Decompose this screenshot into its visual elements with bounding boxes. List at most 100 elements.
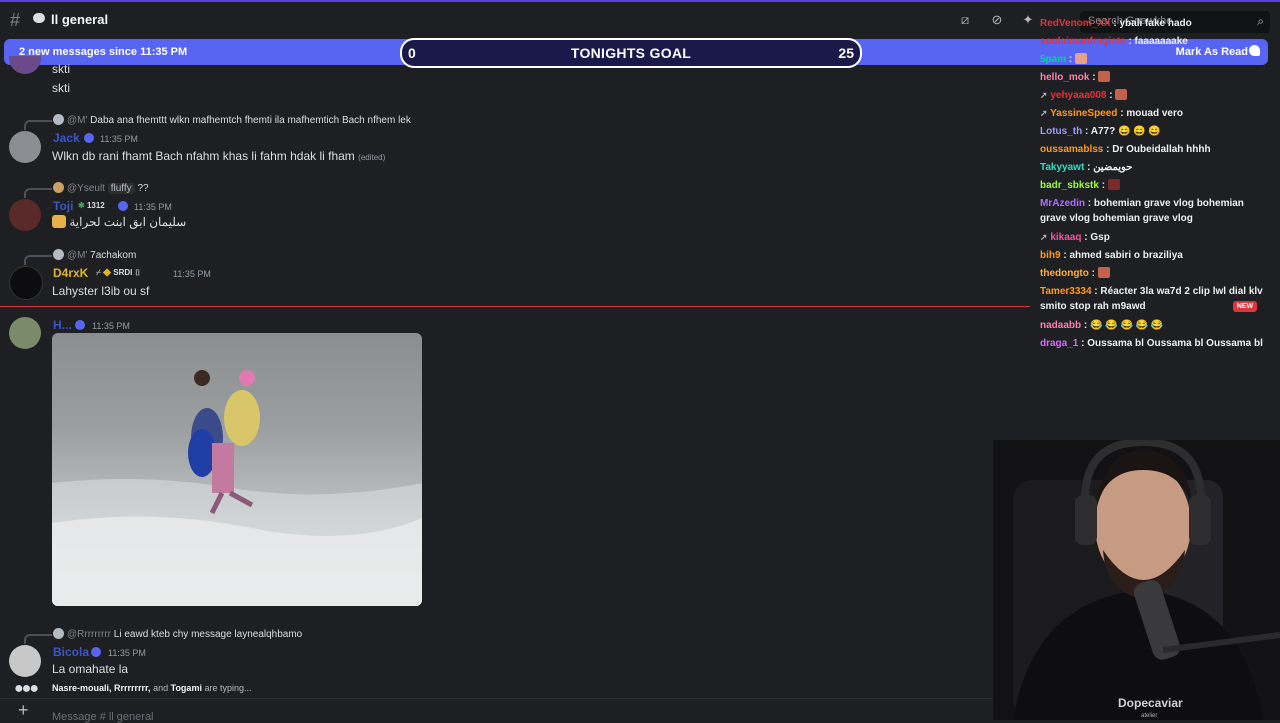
badge-icon: ➚ [1040, 90, 1048, 100]
username[interactable]: Toji [53, 199, 73, 213]
chat-message: ➚ YassineSpeed : mouad vero [1040, 108, 1183, 119]
chat-message: thedongto : [1040, 266, 1264, 281]
chat-user: Tamer3334 [1040, 286, 1092, 297]
star-icon: ✱ [78, 201, 85, 210]
mute-notifications-icon[interactable]: ⊘ [990, 13, 1004, 27]
chat-message: ➚ yehyaaa008 : [1040, 88, 1264, 103]
chat-message: hello_mok : [1040, 70, 1264, 85]
hash-icon: # [10, 10, 21, 30]
username[interactable]: D4rxK [53, 266, 88, 280]
tag-icon: ◆ [103, 268, 112, 277]
message-input-placeholder: Message # ll general [52, 711, 154, 723]
typing-users: Nasre-mouali, Rrrrrrrrr, [52, 683, 151, 693]
shirt-logo: Dopecaviar [1118, 696, 1183, 710]
timestamp: 11:35 PM [92, 321, 130, 331]
avatar[interactable] [9, 56, 41, 74]
boost-badge-icon [118, 201, 128, 211]
chat-message: ➚ kikaaq : Gsp [1040, 232, 1110, 243]
chat-message: nadaabb : 😂 😂 😂 😂 😂 [1040, 320, 1164, 331]
role-tag-label: SRDI [113, 268, 133, 277]
chat-message: soulaimanfragiste : faaaaaaake [1040, 36, 1188, 47]
reply-text: Daba ana fhemttt wlkn mafhemtch fhemti i… [90, 115, 411, 126]
avatar[interactable] [9, 645, 41, 677]
chat-message: oussamablss : Dr Oubeidallah hhhh [1040, 144, 1211, 155]
thumbs-emote-icon [1075, 53, 1088, 64]
threads-icon[interactable]: ⧄ [958, 13, 972, 27]
emote-icon [1107, 179, 1120, 190]
typing-suffix: are typing... [204, 683, 252, 693]
boost-badge-icon [84, 133, 94, 143]
chat-text: Oussama bl Oussama bl Oussama bl [1087, 338, 1263, 349]
emote-icon [1098, 71, 1111, 82]
reply-preview[interactable]: @Yseult fluffy ?? [53, 182, 149, 194]
reply-line [24, 120, 52, 130]
gif-attachment[interactable] [52, 333, 422, 606]
reply-preview[interactable]: @M' 7achakom [53, 249, 136, 261]
chat-user: Takyyawt [1040, 162, 1085, 173]
timestamp: 11:35 PM [173, 269, 211, 279]
chat-text: 😂 😂 😂 😂 😂 [1090, 320, 1164, 331]
chat-text: Gsp [1090, 232, 1110, 243]
plus-icon[interactable]: + [18, 700, 29, 721]
chat-text: Dr Oubeidallah hhhh [1112, 144, 1211, 155]
chat-user: Lotus_th [1040, 126, 1083, 137]
role-tag: ⌿ ◆ SRDI ▯ [96, 268, 141, 278]
goal-overlay: 0 TONIGHTS GOAL 25 [400, 38, 862, 68]
chat-message: Takyyawt : حويمضين [1040, 162, 1133, 173]
reply-author: @Yseult [67, 183, 105, 194]
typing-and: and [153, 683, 169, 693]
reply-text: 7achakom [90, 250, 137, 261]
avatar[interactable] [9, 266, 43, 300]
message-text: Wlkn db rani fhamt Bach nfahm khas li fa… [52, 149, 385, 163]
username[interactable]: Bicola [53, 645, 89, 659]
chat-text: mouad vero [1126, 108, 1183, 119]
pin-icon[interactable]: ✦ [1021, 13, 1035, 27]
chat-user: yehyaaa008 [1050, 90, 1107, 101]
chat-text: حويمضين [1093, 162, 1133, 173]
chat-message: badr_sbkstk : [1040, 178, 1264, 193]
chat-user: nadaabb [1040, 320, 1082, 331]
message-text: Lahyster l3ib ou sf [52, 284, 150, 298]
reply-avatar [53, 182, 64, 193]
chat-user: thedongto [1040, 268, 1089, 279]
boost-badge-icon [75, 320, 85, 330]
typing-last-user: Togami [170, 683, 202, 693]
badge-icon: ➚ [1040, 232, 1048, 242]
avatar[interactable] [9, 317, 41, 349]
reply-text: Li eawd kteb chy message laynealqhbamo [113, 629, 303, 640]
avatar[interactable] [9, 131, 41, 163]
reply-role-tag: fluffy [107, 183, 135, 194]
chat-message: draga_1 : Oussama bl Oussama bl Oussama … [1040, 338, 1263, 349]
boost-badge-icon [91, 647, 101, 657]
chat-user: YassineSpeed [1050, 108, 1118, 119]
username[interactable]: H... [53, 318, 72, 332]
message-body: Wlkn db rani fhamt Bach nfahm khas li fa… [52, 149, 355, 163]
streamer-figure: Dopecaviar atelier [1013, 440, 1280, 720]
chat-message: Lotus_th : A77? 😄 😄 😄 [1040, 126, 1161, 137]
avatar[interactable] [9, 199, 41, 231]
chat-user: hello_mok [1040, 72, 1090, 83]
chat-message: bih9 : ahmed sabiri o braziliya [1040, 250, 1183, 261]
timestamp: 11:35 PM [100, 134, 138, 144]
emote-icon [1097, 267, 1110, 278]
message-body: سليمان ابق ابنت لحراية [69, 215, 187, 229]
reply-avatar [53, 114, 64, 125]
chat-text: A77? 😄 😄 😄 [1090, 126, 1161, 137]
chat-text: ybali fake hado [1119, 18, 1192, 29]
message-text: skti [52, 62, 70, 76]
reply-author: @Rrrrrrrrr [67, 629, 112, 640]
username[interactable]: Jack [53, 131, 80, 145]
reply-preview[interactable]: @Rrrrrrrrr Li eawd kteb chy message layn… [53, 628, 302, 640]
reply-preview[interactable]: @M' Daba ana fhemttt wlkn mafhemtch fhem… [53, 114, 411, 126]
chat-message: RedVenom_XX : ybali fake hado [1040, 18, 1192, 29]
reply-line [24, 255, 52, 265]
reply-avatar [53, 249, 64, 260]
goal-title: TONIGHTS GOAL [570, 45, 692, 61]
webcam-feed: Dopecaviar atelier [993, 440, 1280, 720]
channel-title: ll general [51, 12, 109, 27]
message-input[interactable]: + Message # ll general [0, 698, 1000, 723]
cat-emoji-icon [52, 215, 66, 228]
chat-user: RedVenom_XX [1040, 18, 1111, 29]
gif-scene [52, 370, 422, 606]
new-badge: NEW [1233, 301, 1257, 312]
